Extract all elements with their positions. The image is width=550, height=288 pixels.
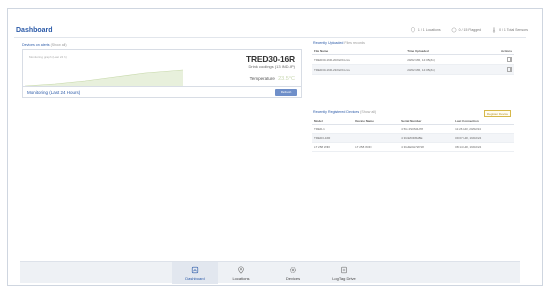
nav-item-logtag-drive[interactable]: LogTag Drive [320,262,368,284]
devices-alert-show-all[interactable]: (Show all) [51,43,67,47]
header-stats: 1 / 1 Locations 0 / 15 Flagged 0 / 1 Tot… [410,27,528,33]
app-root: Dashboard 1 / 1 Locations 0 / 15 Flagged… [0,0,550,288]
col-file-name: File Name [312,47,406,55]
file-name: TRED30-16R-23/02/24.csv [312,64,406,75]
circle-icon [451,27,457,33]
gear-icon [290,266,296,273]
time-uploaded: 23/02 MR, 14:05(Zn) [405,64,480,75]
page-title: Dashboard [16,27,53,34]
table-row[interactable]: LT 258 WIFI LT 258 WIFI 4 3G4E0H72P18 08… [312,142,514,152]
registered-devices-table: Model Device Name Serial Number Last Con… [312,117,514,152]
model: TRED3-16R [312,133,354,143]
sparkline-label: Monitoring graph (Last 24 h) [29,55,67,59]
device-name-cell [353,124,400,134]
nav-label: Locations [232,275,250,281]
devices-alert-title-text: Devices on alerts [22,43,50,47]
serial-number: 4 5G 2S0S0H78 [399,124,454,134]
table-header-row: File Name Time Uploaded Actions [312,47,514,55]
serial-number: 4 3G4E0H72P18 [399,142,454,152]
col-serial: Serial Number [399,117,454,125]
monitoring-label[interactable]: Monitoring (Last 24 Hours) [27,90,80,95]
uploaded-files-table: File Name Time Uploaded Actions TRED30-1… [312,47,514,75]
uploaded-title: Recently Uploaded Files records [313,41,365,45]
last-connection: 08:14 HR, 19/02/24 [453,142,514,152]
download-icon[interactable] [507,56,512,62]
refresh-button[interactable]: Refresh [275,89,297,96]
last-connection: 11:26 HR, 20/02/24 [453,124,514,134]
devices-alert-title: Devices on alerts (Show all) [22,43,67,47]
registered-title: Recently Registered Devices (Show all) [313,110,376,114]
table-header-row: Model Device Name Serial Number Last Con… [312,117,514,125]
table-row[interactable]: TRED30-16R-20/02/24.csv 20/02 MR, 14:05(… [312,54,514,65]
dashboard-icon [191,266,199,273]
time-uploaded: 20/02 MR, 14:05(Zn) [405,54,480,65]
nav-label: Dashboard [185,275,205,281]
registered-title-text: Recently Registered Devices [313,110,360,114]
device-name: TRED30-16R [245,54,295,64]
bottom-nav: Dashboard Locations Devices LogTag Drive [20,261,520,284]
stat-locations[interactable]: 1 / 1 Locations [410,27,441,33]
device-name-cell [353,133,400,143]
uploaded-title-text: Recently Uploaded [313,41,344,45]
col-actions: Actions [479,47,514,55]
stat-flagged-label: 0 / 15 Flagged [458,28,482,32]
thermometer-icon [492,27,496,33]
title-divider [14,37,526,38]
nav-label: LogTag Drive [332,275,356,281]
file-name: TRED30-16R-20/02/24.csv [312,54,406,65]
nav-item-dashboard[interactable]: Dashboard [172,262,218,284]
device-description: Drink coolings (13 IND-IP) [248,64,295,69]
table-row[interactable]: TRED30-16R-23/02/24.csv 23/02 MR, 14:05(… [312,64,514,75]
stat-locations-label: 1 / 1 Locations [417,28,441,32]
temperature-label: Temperature [249,76,275,81]
location-pin-icon [410,27,415,33]
table-row[interactable]: TRED-1 4 5G 2S0S0H78 11:26 HR, 20/02/24 [312,124,514,134]
uploaded-subtitle: Files records [344,41,365,45]
stat-flagged[interactable]: 0 / 15 Flagged [451,27,481,33]
nav-item-devices[interactable]: Devices [270,262,316,284]
device-name-cell: LT 258 WIFI [353,142,400,152]
serial-number: 4 3G9Z0D8H8E [399,133,454,143]
col-model: Model [312,117,354,125]
actions-cell [479,64,514,75]
register-device-button[interactable]: Register Device [484,110,511,117]
nav-label: Devices [285,275,301,281]
temperature-value: 23.5°C [278,76,295,82]
col-last-connection: Last Connection [453,117,514,125]
location-pin-icon [238,265,244,274]
last-connection: 09:07 HR, 19/02/24 [453,133,514,143]
stat-sensors[interactable]: 0 / 1 Total Sensors [491,27,528,33]
nav-item-locations[interactable]: Locations [218,262,264,284]
model: TRED-1 [312,124,354,134]
stat-sensors-label: 0 / 1 Total Sensors [499,28,528,32]
document-icon [341,266,347,273]
actions-cell [479,54,514,65]
col-time-uploaded: Time Uploaded [405,47,480,55]
col-device-name: Device Name [353,117,400,125]
registered-show-all[interactable]: (Show all) [360,110,376,114]
monitoring-bar: Monitoring (Last 24 Hours) Refresh [22,86,302,98]
download-icon[interactable] [507,66,512,72]
temperature-readout: Temperature 23.5°C [250,76,295,82]
table-row[interactable]: TRED3-16R 4 3G9Z0D8H8E 09:07 HR, 19/02/2… [312,133,514,143]
model: LT 258 WIFI [312,142,354,152]
